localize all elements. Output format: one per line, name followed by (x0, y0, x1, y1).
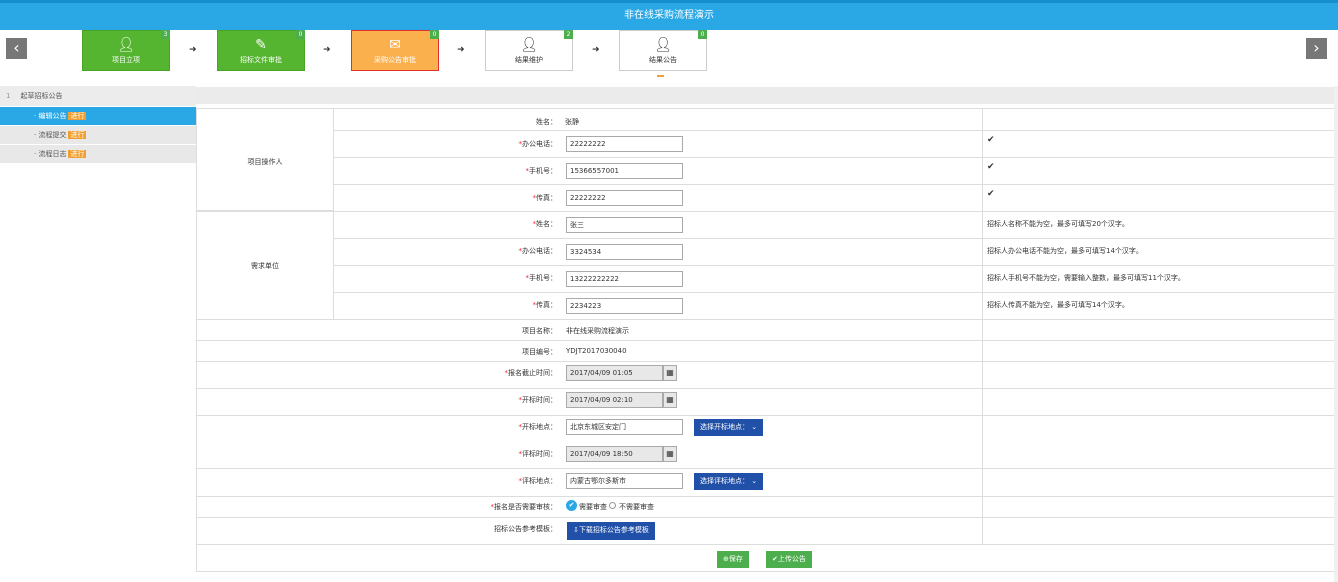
eval-place-field[interactable]: 内蒙古鄂尔多斯市 (566, 473, 683, 489)
group-number: 1 (6, 92, 11, 100)
step-project-setup[interactable]: 👤︎ 项目立项 3 (82, 30, 170, 71)
step-announcement-approval[interactable]: ✉ 采购公告审批 0 (351, 30, 439, 71)
operator-name-label: 姓名： (536, 118, 557, 126)
sidebar-item-edit-announcement[interactable]: · 编辑公告 进行 (0, 107, 196, 125)
sidebar-item-flow-submit[interactable]: · 流程提交 进行 (0, 126, 196, 144)
buyer-phone-label: *办公电话： (518, 247, 558, 255)
step-badge: 3 (161, 30, 170, 39)
current-step-marker (657, 75, 664, 77)
signup-deadline-label: *报名截止时间： (504, 369, 558, 377)
pencil-icon: ✎ (255, 37, 267, 53)
sidebar-group-header[interactable]: 1 起草招标公告 (0, 86, 196, 106)
chevron-down-icon: ⌄ (751, 423, 758, 431)
next-arrow-button[interactable]: › (1306, 38, 1327, 59)
calendar-icon[interactable]: ▦ (663, 446, 677, 462)
buyer-fax-label: *传真： (532, 301, 558, 309)
template-label: 招标公告参考模板： (494, 525, 557, 533)
step-result-announcement[interactable]: 👤︎ 结果公告 0 (619, 30, 707, 71)
status-badge: 进行 (68, 112, 87, 120)
review-no-radio[interactable] (609, 502, 616, 509)
project-name-value: 非在线采购流程演示 (566, 327, 629, 335)
review-yes-label: 需要审查 (579, 503, 607, 511)
sidebar-item-label: · 编辑公告 (34, 112, 67, 120)
project-no-label: 项目编号： (522, 348, 557, 356)
check-icon: ✔ (987, 162, 995, 172)
buyer-mobile-hint: 招标人手机号不能为空，需要输入整数，最多可填写11个汉字。 (987, 274, 1185, 282)
upload-announcement-button[interactable]: ✔上传公告 (766, 551, 812, 568)
select-open-place-button[interactable]: 选择开标地点： ⌄ (694, 419, 764, 436)
step-arrow-icon: ➜ (592, 45, 600, 55)
status-badge: 进行 (68, 131, 87, 139)
operator-fax-field[interactable]: 22222222 (566, 190, 683, 206)
page-title: 非在线采购流程演示 (0, 0, 1338, 30)
buyer-mobile-label: *手机号： (525, 274, 558, 282)
step-arrow-icon: ➜ (323, 45, 331, 55)
check-icon: ✔ (987, 189, 995, 199)
step-badge: 2 (564, 30, 573, 39)
step-bid-doc-approval[interactable]: ✎ 招标文件审批 0 (217, 30, 305, 71)
operator-fax-label: *传真： (532, 194, 558, 202)
step-badge: 0 (430, 30, 439, 39)
announcement-form: 项目操作人 需求单位 姓名： 张静 *办公电话： 22222222 ✔ *手机号… (196, 108, 1337, 572)
step-label: 项目立项 (112, 56, 140, 64)
group-label: 起草招标公告 (20, 92, 63, 100)
operator-phone-label: *办公电话： (518, 140, 558, 148)
sidebar: 1 起草招标公告 · 编辑公告 进行 · 流程提交 进行 · 流程日志 进行 (0, 86, 196, 582)
step-badge: 0 (296, 30, 305, 39)
signup-deadline-field[interactable]: 2017/04/09 01:05 (566, 365, 663, 381)
buyer-phone-field[interactable]: 3324534 (566, 244, 683, 260)
calendar-icon[interactable]: ▦ (663, 365, 677, 381)
step-result-maintenance[interactable]: 👤︎ 结果维护 2 (485, 30, 573, 71)
step-label: 采购公告审批 (374, 56, 416, 64)
check-icon: ✔ (987, 135, 995, 145)
project-no-value: YDJT2017030040 (566, 347, 627, 355)
eval-place-label: *评标地点： (518, 477, 558, 485)
step-arrow-icon: ➜ (189, 45, 197, 55)
save-button[interactable]: ⊕保存 (717, 551, 749, 568)
project-name-label: 项目名称： (522, 327, 557, 335)
buyer-fax-field[interactable]: 2234223 (566, 298, 683, 314)
operator-group-label: 项目操作人 (247, 158, 283, 166)
sidebar-item-label: · 流程提交 (34, 131, 67, 139)
step-badge: 0 (698, 30, 707, 39)
sidebar-item-flow-log[interactable]: · 流程日志 进行 (0, 145, 196, 163)
buyer-name-label: *姓名： (532, 220, 558, 228)
operator-mobile-label: *手机号： (525, 167, 558, 175)
open-time-field[interactable]: 2017/04/09 02:10 (566, 392, 663, 408)
user-icon: 👤︎ (654, 37, 672, 53)
sidebar-item-label: · 流程日志 (34, 150, 67, 158)
download-template-button[interactable]: ⇩下载招标公告参考模板 (567, 522, 655, 540)
chevron-down-icon: ⌄ (751, 477, 758, 485)
step-label: 招标文件审批 (240, 56, 282, 64)
buyer-name-hint: 招标人名称不能为空，最多可填写20个汉字。 (987, 220, 1129, 228)
buyer-name-field[interactable]: 张三 (566, 217, 683, 233)
scrollbar[interactable] (1334, 86, 1338, 582)
select-eval-place-button[interactable]: 选择评标地点： ⌄ (694, 473, 764, 490)
buyer-phone-hint: 招标人办公电话不能为空，最多可填写14个汉字。 (987, 247, 1143, 255)
review-yes-radio[interactable]: ✔ (566, 500, 577, 511)
open-time-label: *开标时间： (518, 396, 558, 404)
buyer-mobile-field[interactable]: 13222222222 (566, 271, 683, 287)
operator-mobile-field[interactable]: 15366557001 (566, 163, 683, 179)
step-label: 结果公告 (649, 56, 677, 64)
envelope-icon: ✉ (389, 37, 401, 53)
operator-phone-field[interactable]: 22222222 (566, 136, 683, 152)
operator-name-value: 张静 (565, 118, 579, 126)
open-place-label: *开标地点： (518, 423, 558, 431)
eval-time-field[interactable]: 2017/04/09 18:50 (566, 446, 663, 462)
buyer-group-label: 需求单位 (251, 262, 279, 270)
need-review-label: *报名是否需要审核： (490, 503, 558, 511)
step-label: 结果维护 (515, 56, 543, 64)
open-place-field[interactable]: 北京东城区安定门 (566, 419, 683, 435)
user-icon: 👤︎ (520, 37, 538, 53)
prev-arrow-button[interactable]: ‹ (6, 38, 27, 59)
calendar-icon[interactable]: ▦ (663, 392, 677, 408)
review-no-label: 不需要审查 (619, 503, 654, 511)
content-header-bar (196, 87, 1338, 104)
buyer-fax-hint: 招标人传真不能为空，最多可填写14个汉字。 (987, 301, 1129, 309)
eval-time-label: *评标时间： (518, 450, 558, 458)
step-arrow-icon: ➜ (457, 45, 465, 55)
status-badge: 进行 (68, 150, 87, 158)
user-icon: 👤︎ (117, 37, 135, 53)
